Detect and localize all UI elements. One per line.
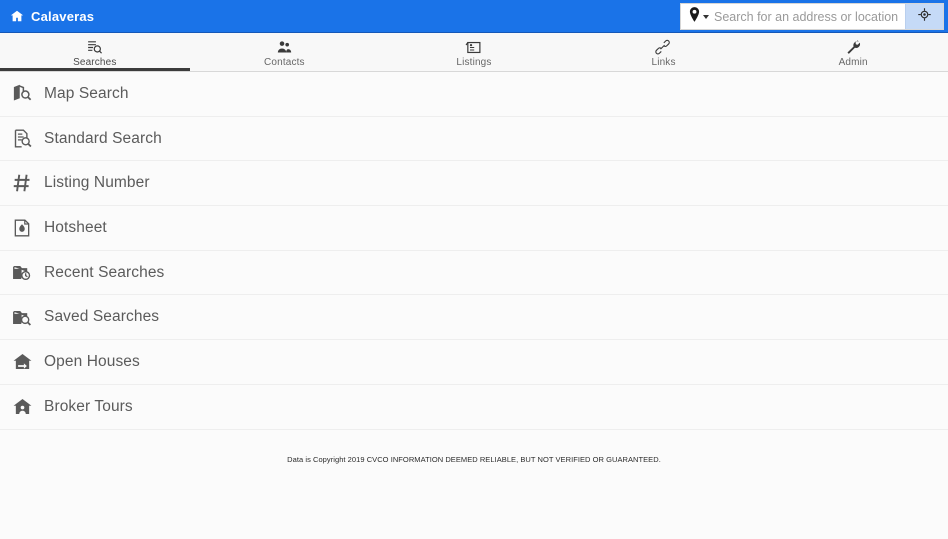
tab-links[interactable]: Links: [569, 33, 759, 72]
geolocate-button[interactable]: [905, 4, 943, 29]
folder-search-icon: [0, 307, 44, 328]
search-input[interactable]: [714, 4, 905, 29]
tab-label: Searches: [73, 57, 117, 68]
menu-item-saved-searches[interactable]: Saved Searches: [0, 295, 948, 341]
menu-item-recent-searches[interactable]: Recent Searches: [0, 250, 948, 296]
chevron-down-icon: [703, 14, 709, 19]
tab-label: Admin: [838, 57, 868, 68]
menu-item-label: Standard Search: [44, 129, 162, 147]
brand-label: Calaveras: [31, 8, 95, 24]
tab-contacts[interactable]: Contacts: [190, 33, 380, 72]
tab-label: Listings: [456, 57, 492, 68]
menu-item-label: Open Houses: [44, 352, 140, 370]
folder-clock-icon: [0, 262, 44, 283]
menu-item-label: Hotsheet: [44, 218, 107, 236]
menu-item-label: Recent Searches: [44, 263, 165, 281]
document-search-icon: [0, 128, 44, 149]
tabbar-baseline: [0, 71, 948, 72]
top-header-bar: Calaveras: [0, 0, 948, 33]
searches-menu-list: Map Search Standard Search Listing Numbe…: [0, 72, 948, 430]
chain-link-icon: [655, 39, 672, 56]
main-tab-bar: Searches Contacts Listings Links Admin: [0, 33, 948, 72]
wrench-icon: [845, 39, 862, 56]
house-arrow-icon: [0, 351, 44, 372]
menu-item-open-houses[interactable]: Open Houses: [0, 340, 948, 385]
document-search-icon: [86, 39, 103, 56]
menu-item-broker-tours[interactable]: Broker Tours: [0, 384, 948, 430]
menu-item-label: Map Search: [44, 84, 129, 102]
empty-space: [0, 466, 948, 539]
people-icon: [276, 39, 293, 56]
location-search-box[interactable]: [680, 3, 944, 30]
menu-item-listing-number[interactable]: Listing Number: [0, 161, 948, 207]
listing-card-icon: [465, 39, 482, 56]
copyright-text: Data is Copyright 2019 CVCO INFORMATION …: [287, 454, 661, 464]
hash-icon: [0, 172, 44, 194]
crosshair-gps-icon: [917, 7, 932, 27]
map-pin-icon: [689, 6, 700, 27]
house-person-icon: [0, 396, 44, 417]
tab-label: Contacts: [264, 57, 305, 68]
map-search-icon: [0, 83, 44, 104]
footer: Data is Copyright 2019 CVCO INFORMATION …: [0, 429, 948, 467]
tab-listings[interactable]: Listings: [379, 33, 569, 72]
tab-label: Links: [651, 57, 676, 68]
flame-page-icon: [0, 218, 44, 238]
brand-home-link[interactable]: Calaveras: [0, 0, 94, 32]
menu-item-label: Listing Number: [44, 174, 150, 192]
menu-item-hotsheet[interactable]: Hotsheet: [0, 206, 948, 251]
menu-item-label: Saved Searches: [44, 308, 160, 326]
menu-item-map-search[interactable]: Map Search: [0, 72, 948, 117]
menu-item-label: Broker Tours: [44, 397, 133, 415]
app-root: Calaveras Search for an address or locat…: [0, 0, 948, 539]
home-icon: [10, 9, 24, 23]
menu-item-standard-search[interactable]: Standard Search: [0, 116, 948, 162]
tab-searches[interactable]: Searches: [0, 33, 190, 72]
tab-admin[interactable]: Admin: [758, 33, 948, 72]
search-type-dropdown[interactable]: [681, 4, 714, 29]
